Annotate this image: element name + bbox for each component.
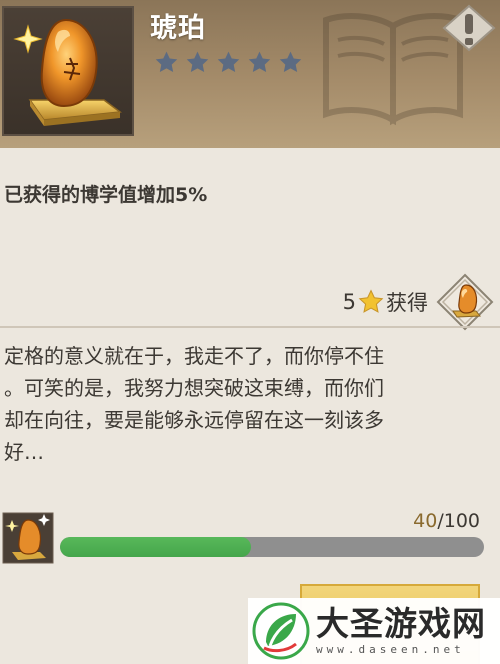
site-logo-icon xyxy=(252,602,310,660)
progress-label: 40/100 xyxy=(413,510,480,532)
watermark-title: 大圣游戏网 xyxy=(316,604,486,643)
watermark: 大圣游戏网 www.daseen.net xyxy=(248,598,500,664)
star-icon xyxy=(248,51,271,72)
item-icon-frame xyxy=(2,6,134,136)
star-icon xyxy=(358,289,384,313)
amber-icon xyxy=(2,512,54,564)
reward-count: 5 xyxy=(342,290,356,314)
reward-label: 获得 xyxy=(386,291,428,315)
amber-icon xyxy=(13,18,122,126)
progress-max: 100 xyxy=(443,510,480,532)
amber-icon[interactable] xyxy=(436,273,494,331)
knowledge-bonus-text: 已获得的博学值增加5% xyxy=(4,184,208,206)
watermark-url: www.daseen.net xyxy=(316,643,465,656)
star-icon xyxy=(279,51,302,72)
item-header: 琥珀 xyxy=(0,0,500,148)
item-description: 定格的意义就在于，我走不了，而你停不住 。可笑的是，我努力想突破这束缚，而你们 … xyxy=(4,344,384,464)
section-divider xyxy=(0,326,500,328)
progress-bar xyxy=(60,537,484,557)
progress-current: 40 xyxy=(413,510,438,532)
rarity-stars xyxy=(154,50,303,75)
star-icon xyxy=(186,51,209,72)
progress-fill xyxy=(60,537,251,557)
watermark-text: 大圣游戏网 www.daseen.net xyxy=(316,605,486,657)
star-icon xyxy=(217,51,240,72)
star-icon xyxy=(155,51,178,72)
reward-row: 5 获得 xyxy=(343,272,494,332)
item-name: 琥珀 xyxy=(150,13,206,44)
alert-icon[interactable] xyxy=(438,4,500,52)
